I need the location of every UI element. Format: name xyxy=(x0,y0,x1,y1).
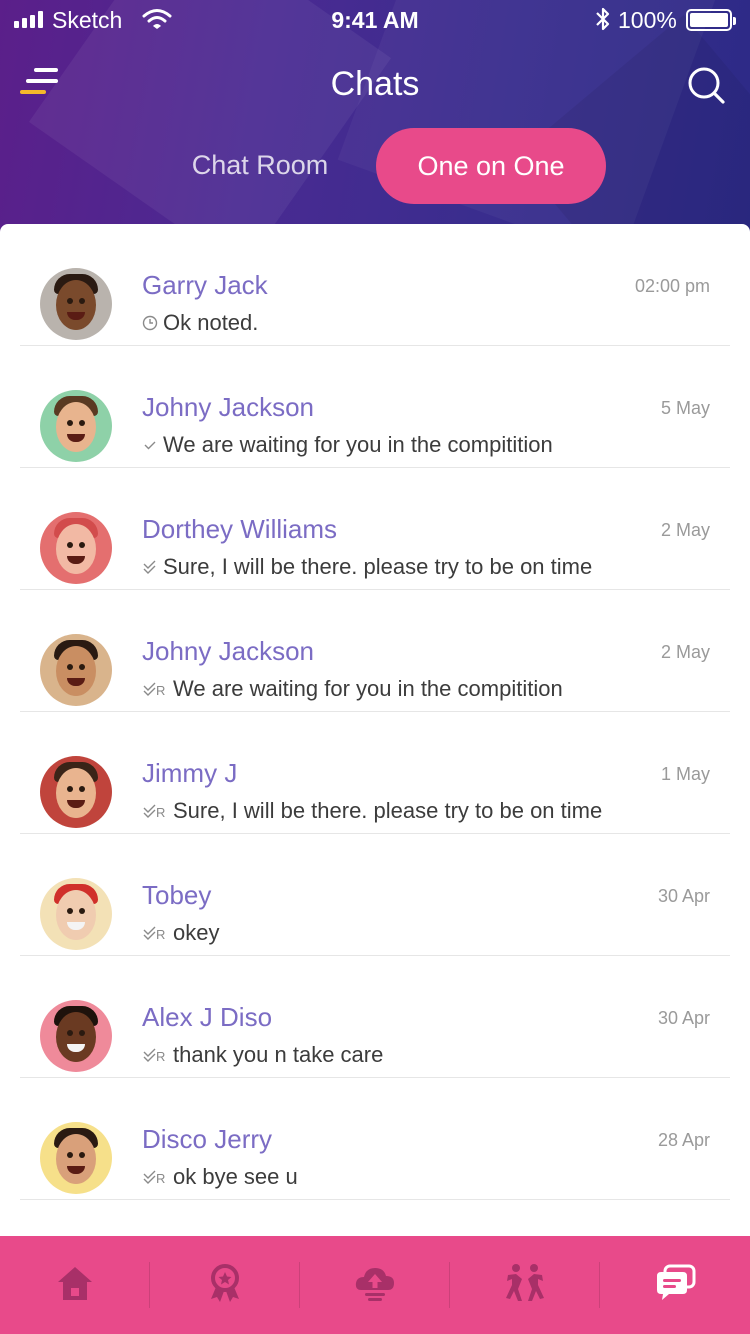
chat-list: Garry Jack 02:00 pm Ok noted. Johny Jack… xyxy=(0,224,750,1236)
chat-row[interactable]: Garry Jack 02:00 pm Ok noted. xyxy=(0,224,750,346)
chat-time: 1 May xyxy=(660,764,710,784)
chat-message: R We are waiting for you in the compitit… xyxy=(142,676,563,702)
bottom-nav xyxy=(0,1236,750,1334)
chat-message: We are waiting for you in the compititio… xyxy=(142,432,553,458)
chat-message: R okey xyxy=(142,920,219,946)
chat-message-text: We are waiting for you in the compititio… xyxy=(163,432,553,457)
bluetooth-icon xyxy=(594,6,612,38)
avatar xyxy=(40,268,112,340)
chat-name: Disco Jerry xyxy=(142,1124,273,1154)
chat-message-text: Ok noted. xyxy=(163,310,259,335)
nav-home[interactable] xyxy=(0,1236,150,1334)
chat-row[interactable]: Johny Jackson 5 May We are waiting for y… xyxy=(0,346,750,468)
chat-message-text: Sure, I will be there. please try to be … xyxy=(173,798,603,823)
avatar xyxy=(40,634,112,706)
chat-time: 30 Apr xyxy=(657,1008,710,1028)
svg-text:R: R xyxy=(156,1171,165,1185)
battery-icon xyxy=(686,9,736,31)
chat-message: R Sure, I will be there. please try to b… xyxy=(142,798,602,824)
award-icon xyxy=(204,1262,246,1309)
chat-message-text: okey xyxy=(173,920,220,945)
double-check-read-icon: R xyxy=(142,1169,168,1185)
chat-message-text: Sure, I will be there. please try to be … xyxy=(163,554,593,579)
chat-icon xyxy=(653,1262,697,1309)
chat-row[interactable]: Disco Jerry 28 Apr R ok bye see u xyxy=(0,1078,750,1200)
svg-text:R: R xyxy=(156,805,165,819)
page-title: Chats xyxy=(330,65,420,103)
check-icon xyxy=(142,437,158,453)
chat-name: Tobey xyxy=(142,880,212,910)
double-check-read-icon: R xyxy=(142,803,168,819)
svg-text:R: R xyxy=(156,1049,165,1063)
double-check-read-icon: R xyxy=(142,925,168,941)
chat-time: 28 Apr xyxy=(657,1130,710,1150)
dance-icon xyxy=(502,1261,548,1310)
chat-row[interactable]: Johny Jackson 2 May R We are waiting for… xyxy=(0,590,750,712)
chat-name: Garry Jack xyxy=(142,270,268,300)
double-check-read-icon: R xyxy=(142,1047,168,1063)
chat-name: Jimmy J xyxy=(142,758,238,788)
chat-name: Alex J Diso xyxy=(142,1002,273,1032)
avatar xyxy=(40,878,112,950)
avatar xyxy=(40,512,112,584)
chat-time: 2 May xyxy=(660,520,710,540)
double-check-icon xyxy=(142,559,158,575)
chat-message: Ok noted. xyxy=(142,310,258,336)
svg-text:R: R xyxy=(156,927,165,941)
upload-cloud-icon xyxy=(353,1262,397,1309)
battery-percentage: 100% xyxy=(618,7,677,33)
chat-message-text: We are waiting for you in the compititio… xyxy=(173,676,563,701)
avatar xyxy=(40,1122,112,1194)
nav-awards[interactable] xyxy=(150,1236,300,1334)
tab-one-on-one[interactable]: One on One xyxy=(376,128,606,204)
chat-row[interactable]: Dorthey Williams 2 May Sure, I will be t… xyxy=(0,468,750,590)
chat-name: Dorthey Williams xyxy=(142,514,338,544)
chat-message: R thank you n take care xyxy=(142,1042,383,1068)
home-icon xyxy=(54,1262,96,1309)
avatar xyxy=(40,756,112,828)
chat-name: Johny Jackson xyxy=(142,636,314,666)
double-check-read-icon: R xyxy=(142,681,168,697)
chat-name: Johny Jackson xyxy=(142,392,314,422)
svg-text:R: R xyxy=(156,683,165,697)
chat-row[interactable]: Tobey 30 Apr R okey xyxy=(0,834,750,956)
chat-message: R ok bye see u xyxy=(142,1164,298,1190)
divider xyxy=(20,1199,730,1200)
avatar xyxy=(40,390,112,462)
chat-time: 30 Apr xyxy=(657,886,710,906)
chat-message-text: thank you n take care xyxy=(173,1042,384,1067)
nav-dance[interactable] xyxy=(450,1236,600,1334)
tab-chat-room[interactable]: Chat Room xyxy=(170,130,350,200)
app-header: Sketch 9:41 AM 100% Chats Chat Room One … xyxy=(0,0,750,240)
chat-message-text: ok bye see u xyxy=(173,1164,298,1189)
chat-message: Sure, I will be there. please try to be … xyxy=(142,554,592,580)
nav-upload[interactable] xyxy=(300,1236,450,1334)
clock-icon xyxy=(142,315,158,331)
chat-time: 2 May xyxy=(660,642,710,662)
nav-chats[interactable] xyxy=(600,1236,750,1334)
avatar xyxy=(40,1000,112,1072)
search-icon[interactable] xyxy=(686,65,726,105)
status-bar: Sketch 9:41 AM 100% xyxy=(0,0,750,40)
chat-time: 5 May xyxy=(660,398,710,418)
chat-row[interactable]: Jimmy J 1 May R Sure, I will be there. p… xyxy=(0,712,750,834)
chat-time: 02:00 pm xyxy=(634,276,710,296)
chat-row[interactable]: Alex J Diso 30 Apr R thank you n take ca… xyxy=(0,956,750,1078)
